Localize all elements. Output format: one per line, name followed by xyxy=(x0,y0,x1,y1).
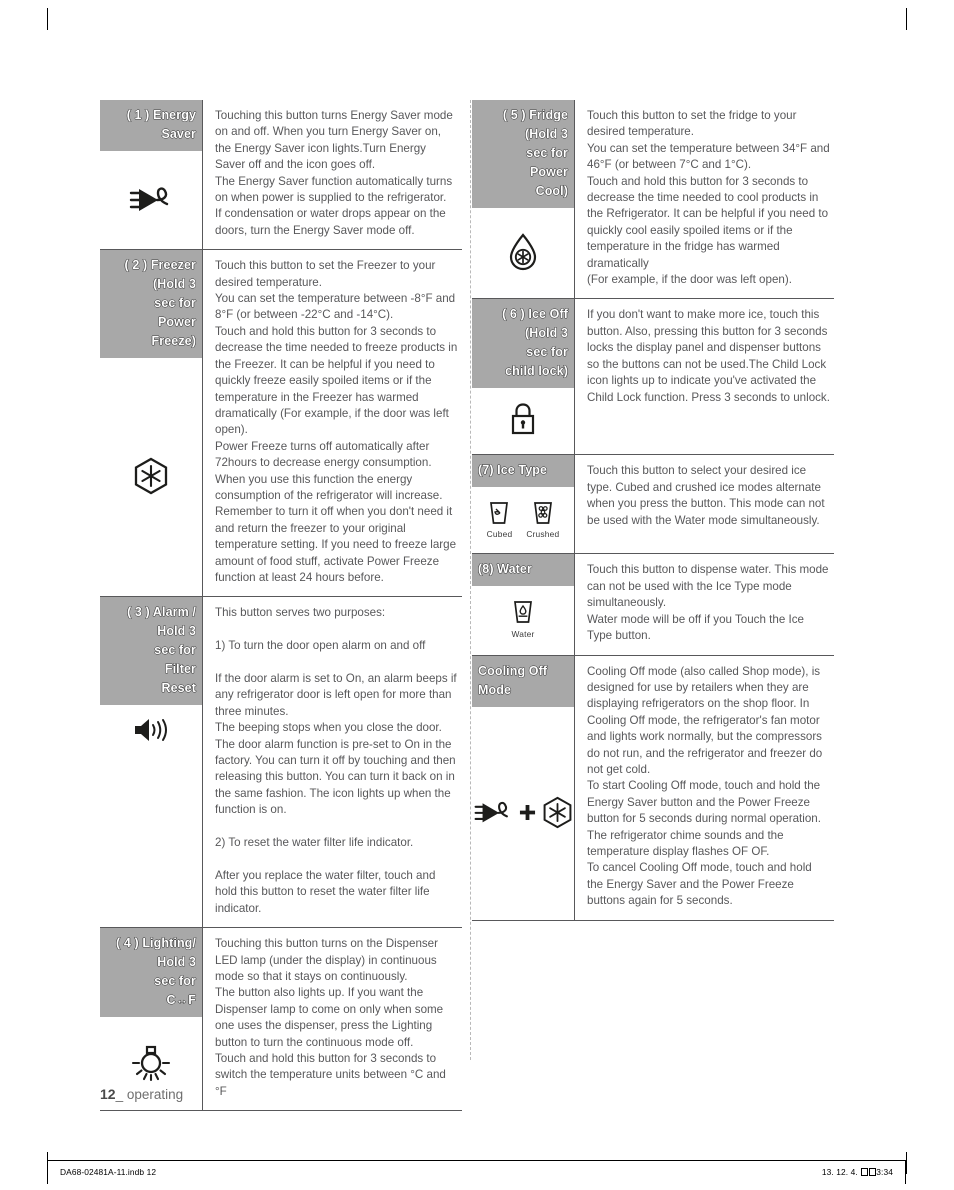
label-title-fridge: ( 5 ) Fridge (Hold 3 sec for Power Cool) xyxy=(502,108,569,199)
description-cell-energy-saver: Touching this button turns Energy Saver … xyxy=(203,100,462,249)
icon-area-freezer xyxy=(100,358,202,596)
folio-label: _ operating xyxy=(115,1087,184,1102)
folio-number: 12 xyxy=(100,1086,116,1102)
label-title-cooling-off-mode: Cooling Off Mode xyxy=(478,663,548,697)
description-cooling-off-mode: Cooling Off mode (also called Shop mode)… xyxy=(587,664,823,908)
label-title-ice-type: (7) Ice Type xyxy=(478,463,548,478)
label-cell-alarm: ( 3 ) Alarm / Hold 3 sec for Filter Rese… xyxy=(100,597,203,928)
icon-area-water: Water xyxy=(472,586,574,654)
table-row-alarm: ( 3 ) Alarm / Hold 3 sec for Filter Rese… xyxy=(100,597,462,929)
label-header-freezer: ( 2 ) Freezer (Hold 3 sec for Power Free… xyxy=(100,250,202,359)
snowflake-hex-icon xyxy=(543,796,572,828)
table-row-water: (8) Water Water Touch this button to dis… xyxy=(472,554,834,656)
snowflake-hex-icon xyxy=(133,457,169,495)
label-cell-fridge: ( 5 ) Fridge (Hold 3 sec for Power Cool) xyxy=(472,100,575,299)
icon-area-ice-off xyxy=(472,388,574,454)
label-cell-ice-type: (7) Ice Type Cubed Crushed xyxy=(472,455,575,554)
crushed-label: Crushed xyxy=(526,528,560,539)
icon-area-ice-type: Cubed Crushed xyxy=(472,487,574,553)
description-cell-cooling-off-mode: Cooling Off mode (also called Shop mode)… xyxy=(575,656,834,920)
water-glass-shape-icon xyxy=(514,601,532,624)
label-header-ice-type: (7) Ice Type xyxy=(472,455,574,488)
cjk-placeholder-glyph-2 xyxy=(868,1168,876,1176)
label-title-ice-off: ( 6 ) Ice Off (Hold 3 sec for child lock… xyxy=(502,307,568,379)
label-header-ice-off: ( 6 ) Ice Off (Hold 3 sec for child lock… xyxy=(472,299,574,389)
plug-plus-snowflake-icon xyxy=(473,796,573,829)
description-ice-type: Touch this button to select your desired… xyxy=(587,464,825,527)
icon-area-energy-saver xyxy=(100,151,202,249)
description-energy-saver: Touching this button turns Energy Saver … xyxy=(215,109,453,237)
label-cell-ice-off: ( 6 ) Ice Off (Hold 3 sec for child lock… xyxy=(472,299,575,455)
description-water: Touch this button to dispense water. Thi… xyxy=(587,563,829,643)
printer-timestamp: 13. 12. 4. 3:34 xyxy=(822,1167,893,1177)
icon-area-cooling-off-mode xyxy=(472,707,574,920)
description-alarm: This button serves two purposes: 1) To t… xyxy=(215,606,457,915)
page-folio: 12_ operating xyxy=(100,1086,183,1102)
cubed-label: Cubed xyxy=(486,528,513,539)
cjk-placeholder-glyph xyxy=(860,1168,868,1176)
label-title-energy-saver: ( 1 ) Energy Saver xyxy=(126,108,196,142)
table-row-freezer: ( 2 ) Freezer (Hold 3 sec for Power Free… xyxy=(100,250,462,598)
table-row-energy-saver: ( 1 ) Energy Saver Touching this button … xyxy=(100,100,462,251)
plug-leaf-icon xyxy=(474,801,508,823)
label-header-cooling-off-mode: Cooling Off Mode xyxy=(472,655,574,707)
left-column: ( 1 ) Energy Saver Touching this button … xyxy=(100,100,462,1112)
printer-marks-bar: DA68-02481A-11.indb 12 13. 12. 4. 3:34 xyxy=(47,1160,906,1184)
table-row-fridge: ( 5 ) Fridge (Hold 3 sec for Power Cool) xyxy=(472,100,834,300)
label-title-lighting: ( 4 ) Lighting/ Hold 3 sec for C↔F xyxy=(116,936,197,1008)
label-header-alarm: ( 3 ) Alarm / Hold 3 sec for Filter Rese… xyxy=(100,597,202,706)
printer-time: 3:34 xyxy=(876,1167,893,1177)
description-cell-ice-type: Touch this button to select your desired… xyxy=(575,455,834,553)
description-cell-alarm: This button serves two purposes: 1) To t… xyxy=(203,597,462,927)
label-header-energy-saver: ( 1 ) Energy Saver xyxy=(100,100,202,151)
crop-mark-top-left xyxy=(47,8,48,30)
description-cell-water: Touch this button to dispense water. Thi… xyxy=(575,554,834,654)
content-columns: ( 1 ) Energy Saver Touching this button … xyxy=(100,100,854,1112)
label-header-lighting: ( 4 ) Lighting/ Hold 3 sec for C↔F xyxy=(100,928,202,1018)
label-title-water: (8) Water xyxy=(478,562,532,577)
description-cell-fridge: Touch this button to set the fridge to y… xyxy=(575,100,834,298)
description-cell-lighting: Touching this button turns on the Dispen… xyxy=(203,928,462,1110)
crop-mark-top-right xyxy=(906,8,907,30)
label-cell-freezer: ( 2 ) Freezer (Hold 3 sec for Power Free… xyxy=(100,250,203,597)
label-header-water: (8) Water xyxy=(472,554,574,587)
crop-mark-bottom-right xyxy=(906,1152,907,1174)
label-header-fridge: ( 5 ) Fridge (Hold 3 sec for Power Cool) xyxy=(472,100,574,208)
padlock-icon xyxy=(508,402,538,438)
cubed-glass-icon xyxy=(490,502,509,524)
right-column: ( 5 ) Fridge (Hold 3 sec for Power Cool) xyxy=(472,100,834,1111)
icon-area-fridge xyxy=(472,208,574,298)
label-cell-energy-saver: ( 1 ) Energy Saver xyxy=(100,100,203,250)
description-cell-ice-off: If you don't want to make more ice, touc… xyxy=(575,299,834,454)
label-title-alarm: ( 3 ) Alarm / Hold 3 sec for Filter Rese… xyxy=(127,605,196,696)
cubed-ice-icon-group: Cubed xyxy=(487,500,513,539)
table-row-ice-off: ( 6 ) Ice Off (Hold 3 sec for child lock… xyxy=(472,299,834,456)
label-cell-cooling-off-mode: Cooling Off Mode xyxy=(472,655,575,920)
label-cell-lighting: ( 4 ) Lighting/ Hold 3 sec for C↔F xyxy=(100,928,203,1111)
printer-filename: DA68-02481A-11.indb 12 xyxy=(60,1167,157,1177)
description-cell-freezer: Touch this button to set the Freezer to … xyxy=(203,250,462,596)
table-row-ice-type: (7) Ice Type Cubed Crushed Touch this bu… xyxy=(472,455,834,555)
crushed-glass-icon xyxy=(533,502,552,524)
water-glass-icon: Water xyxy=(510,599,536,639)
description-freezer: Touch this button to set the Freezer to … xyxy=(215,259,458,584)
description-fridge: Touch this button to set the fridge to y… xyxy=(587,109,830,287)
droplet-snowflake-icon xyxy=(506,232,540,272)
table-row-cooling-off-mode: Cooling Off Mode Cooling Off mode (also … xyxy=(472,655,834,921)
ice-glasses-icon: Cubed Crushed xyxy=(487,500,560,539)
manual-page: ( 1 ) Energy Saver Touching this button … xyxy=(0,0,954,1190)
label-cell-water: (8) Water Water xyxy=(472,554,575,655)
description-ice-off: If you don't want to make more ice, touc… xyxy=(587,308,830,404)
speaker-icon xyxy=(129,715,173,745)
water-label: Water xyxy=(511,629,535,640)
plug-leaf-icon xyxy=(128,181,174,217)
icon-area-alarm xyxy=(100,705,202,927)
description-lighting: Touching this button turns on the Dispen… xyxy=(215,937,446,1098)
light-bulb-icon xyxy=(128,1041,174,1085)
crushed-ice-icon-group: Crushed xyxy=(526,500,559,539)
printer-date: 13. 12. 4. xyxy=(821,1167,858,1177)
plus-icon xyxy=(519,804,536,820)
label-title-freezer: ( 2 ) Freezer (Hold 3 sec for Power Free… xyxy=(124,258,196,349)
table-row-lighting: ( 4 ) Lighting/ Hold 3 sec for C↔F Touch… xyxy=(100,928,462,1112)
